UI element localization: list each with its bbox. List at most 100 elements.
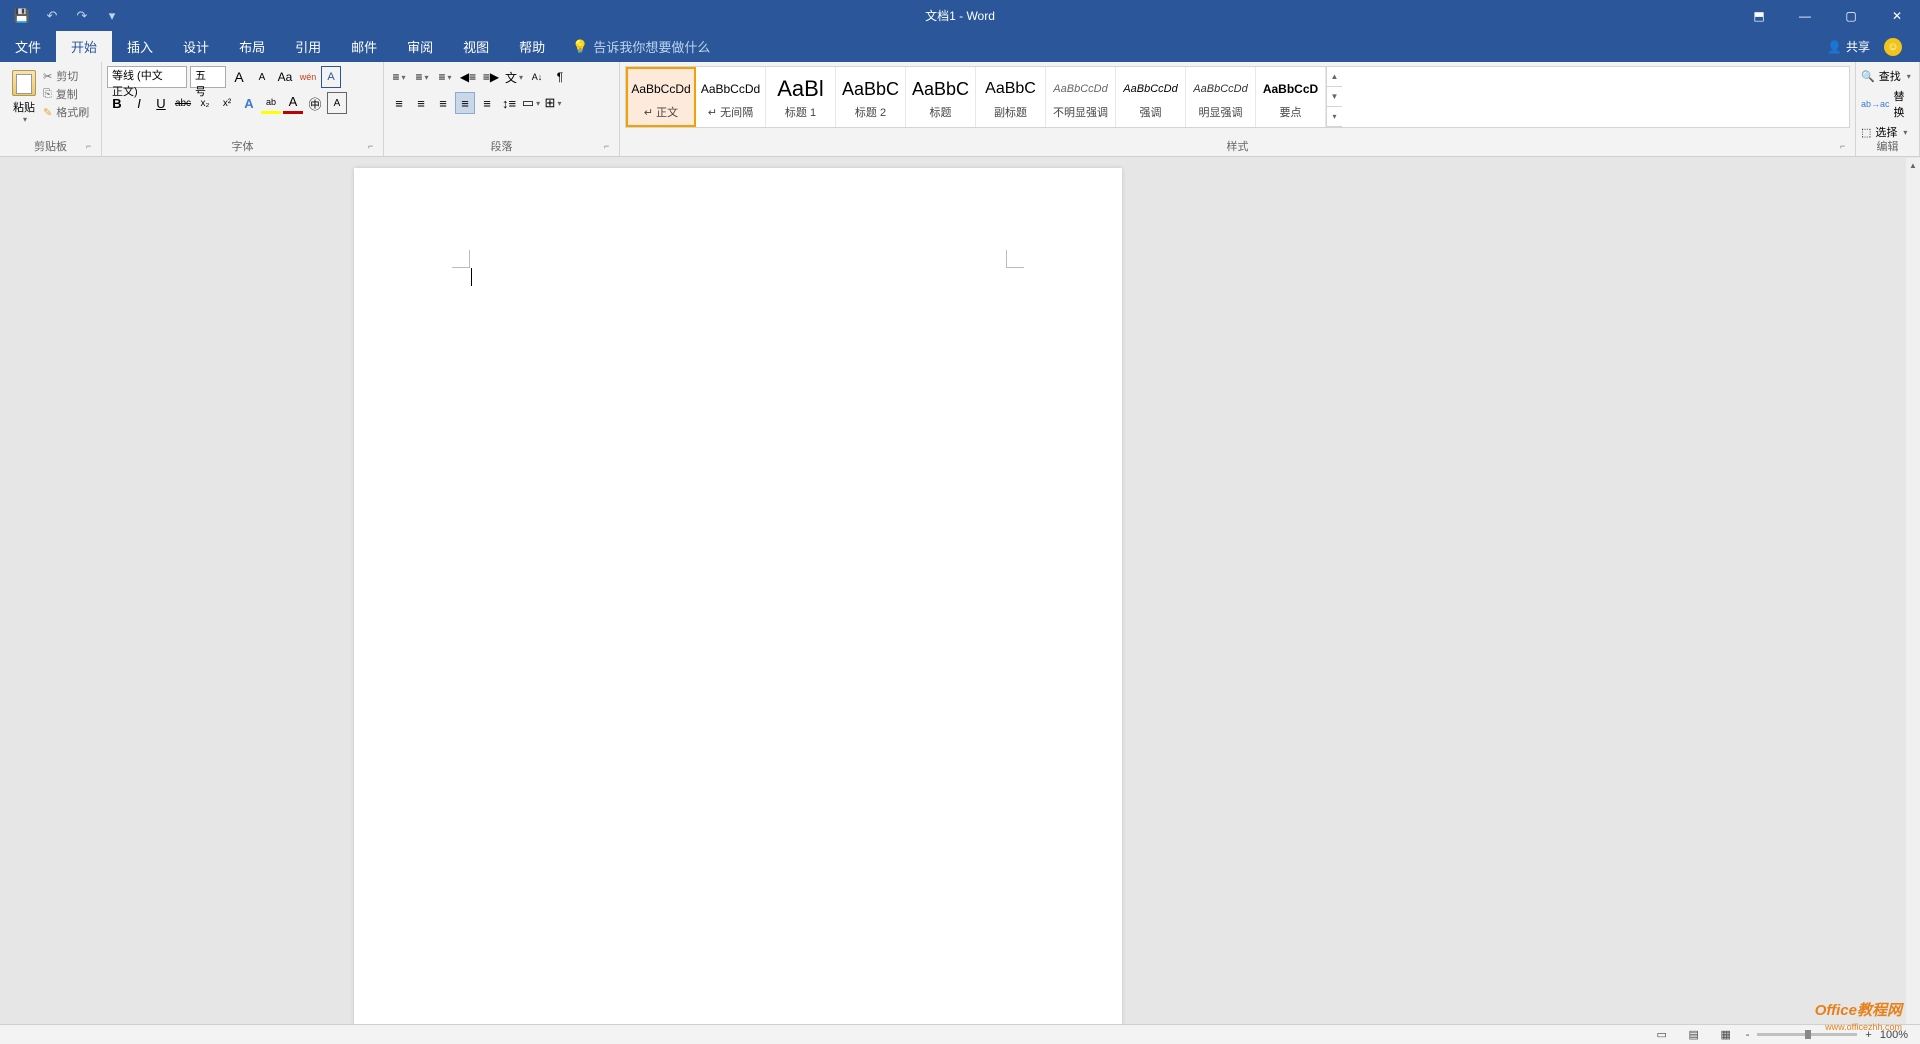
borders-button[interactable]: ⊞▾ xyxy=(543,92,563,114)
style-item-1[interactable]: AaBbCcDd↵ 无间隔 xyxy=(696,67,766,127)
superscript-button[interactable]: x² xyxy=(217,92,237,114)
zoom-out-button[interactable]: - xyxy=(1746,1029,1750,1041)
tab-help[interactable]: 帮助 xyxy=(504,31,560,62)
style-preview: AaBbCcD xyxy=(1263,74,1318,104)
tab-file[interactable]: 文件 xyxy=(0,31,56,62)
styles-group-label: 样式 xyxy=(620,138,1855,154)
font-size-select[interactable]: 五号 xyxy=(190,66,226,88)
read-mode-icon[interactable]: ▭ xyxy=(1650,1027,1674,1043)
tab-references[interactable]: 引用 xyxy=(280,31,336,62)
print-layout-icon[interactable]: ▤ xyxy=(1682,1027,1706,1043)
change-case-button[interactable]: Aa xyxy=(275,66,295,88)
font-launcher-icon[interactable]: ⌐ xyxy=(368,141,380,153)
save-icon[interactable]: 💾 xyxy=(12,6,32,26)
feedback-icon[interactable]: ☺ xyxy=(1884,38,1902,56)
close-icon[interactable]: ✕ xyxy=(1874,0,1920,31)
scissors-icon: ✂ xyxy=(43,70,52,83)
strikethrough-button[interactable]: abc xyxy=(173,92,193,114)
cut-button[interactable]: ✂剪切 xyxy=(43,68,89,84)
show-marks-button[interactable]: ¶ xyxy=(550,66,570,88)
minimize-icon[interactable]: — xyxy=(1782,0,1828,31)
undo-icon[interactable]: ↶ xyxy=(42,6,62,26)
style-item-0[interactable]: AaBbCcDd↵ 正文 xyxy=(626,67,696,127)
style-preview: AaBbCcDd xyxy=(631,74,690,104)
distribute-button[interactable]: ≡ xyxy=(477,92,497,114)
justify-button[interactable]: ≡ xyxy=(455,92,475,114)
paste-button[interactable]: 粘贴 ▾ xyxy=(5,66,43,138)
text-effects-button[interactable]: A xyxy=(239,92,259,114)
style-item-3[interactable]: AaBbC标题 2 xyxy=(836,67,906,127)
highlight-button[interactable]: ab xyxy=(261,92,281,114)
underline-button[interactable]: U xyxy=(151,92,171,114)
tab-insert[interactable]: 插入 xyxy=(112,31,168,62)
maximize-icon[interactable]: ▢ xyxy=(1828,0,1874,31)
zoom-slider[interactable] xyxy=(1757,1033,1857,1036)
tab-layout[interactable]: 布局 xyxy=(224,31,280,62)
redo-icon[interactable]: ↷ xyxy=(72,6,92,26)
styles-expand-icon[interactable]: ▾ xyxy=(1327,107,1342,127)
document-area[interactable] xyxy=(0,158,1906,1024)
page[interactable] xyxy=(354,168,1122,1024)
tab-home[interactable]: 开始 xyxy=(56,31,112,62)
align-right-button[interactable]: ≡ xyxy=(433,92,453,114)
char-shading-button[interactable]: ㊥ xyxy=(305,92,325,114)
asian-layout-button[interactable]: 文▾ xyxy=(504,66,524,88)
shrink-font-button[interactable]: A xyxy=(252,66,272,88)
share-label: 共享 xyxy=(1846,38,1870,55)
sort-button[interactable]: A↓ xyxy=(527,66,547,88)
enclose-char-button[interactable]: A xyxy=(327,92,347,114)
line-spacing-button[interactable]: ↕≡ xyxy=(499,92,519,114)
increase-indent-button[interactable]: ≡▶ xyxy=(481,66,501,88)
numbering-button[interactable]: ≡▾ xyxy=(412,66,432,88)
tab-view[interactable]: 视图 xyxy=(448,31,504,62)
style-item-4[interactable]: AaBbC标题 xyxy=(906,67,976,127)
align-left-button[interactable]: ≡ xyxy=(389,92,409,114)
cursor-icon: ⬚ xyxy=(1861,126,1871,139)
char-border-button[interactable]: A xyxy=(321,66,341,88)
style-preview: AaBbCcDd xyxy=(1193,74,1247,104)
clipboard-launcher-icon[interactable]: ⌐ xyxy=(86,141,98,153)
format-painter-button[interactable]: ✎格式刷 xyxy=(43,104,89,120)
style-item-8[interactable]: AaBbCcDd明显强调 xyxy=(1186,67,1256,127)
replace-label: 替换 xyxy=(1894,88,1914,120)
bullets-button[interactable]: ≡▾ xyxy=(389,66,409,88)
copy-button[interactable]: ⎘复制 xyxy=(43,86,89,102)
window-controls: ⬒ — ▢ ✕ xyxy=(1736,0,1920,31)
margin-mark-tr xyxy=(1006,250,1024,268)
tab-review[interactable]: 审阅 xyxy=(392,31,448,62)
tab-design[interactable]: 设计 xyxy=(168,31,224,62)
styles-scroll-down-icon[interactable]: ▼ xyxy=(1327,87,1342,107)
paragraph-launcher-icon[interactable]: ⌐ xyxy=(604,141,616,153)
person-icon: 👤 xyxy=(1827,40,1842,54)
clipboard-icon xyxy=(12,70,36,96)
scroll-up-icon[interactable]: ▲ xyxy=(1906,158,1920,172)
chevron-down-icon: ▾ xyxy=(23,115,27,124)
styles-scroll-up-icon[interactable]: ▲ xyxy=(1327,67,1342,87)
tab-mailings[interactable]: 邮件 xyxy=(336,31,392,62)
phonetic-guide-button[interactable]: wén xyxy=(298,66,318,88)
grow-font-button[interactable]: A xyxy=(229,66,249,88)
share-button[interactable]: 👤 共享 xyxy=(1827,38,1870,55)
shading-button[interactable]: ▭▾ xyxy=(521,92,541,114)
style-item-6[interactable]: AaBbCcDd不明显强调 xyxy=(1046,67,1116,127)
style-name: ↵ 正文 xyxy=(644,104,678,120)
vertical-scrollbar[interactable]: ▲ xyxy=(1906,158,1920,1024)
style-name: ↵ 无间隔 xyxy=(708,104,753,120)
qat-more-icon[interactable]: ▾ xyxy=(102,6,122,26)
zoom-thumb[interactable] xyxy=(1805,1030,1811,1039)
align-center-button[interactable]: ≡ xyxy=(411,92,431,114)
style-item-2[interactable]: AaBl标题 1 xyxy=(766,67,836,127)
tell-me-search[interactable]: 💡 告诉我你想要做什么 xyxy=(560,31,722,62)
font-color-button[interactable]: A xyxy=(283,92,303,114)
find-button[interactable]: 🔍查找▾ xyxy=(1861,66,1914,86)
font-name-select[interactable]: 等线 (中文正文) xyxy=(107,66,187,88)
replace-button[interactable]: ab→ac替换 xyxy=(1861,86,1914,122)
styles-launcher-icon[interactable]: ⌐ xyxy=(1840,141,1852,153)
decrease-indent-button[interactable]: ◀≡ xyxy=(458,66,478,88)
ribbon-display-icon[interactable]: ⬒ xyxy=(1736,0,1782,31)
style-item-7[interactable]: AaBbCcDd强调 xyxy=(1116,67,1186,127)
style-item-5[interactable]: AaBbC副标题 xyxy=(976,67,1046,127)
multilevel-button[interactable]: ≡▾ xyxy=(435,66,455,88)
style-item-9[interactable]: AaBbCcD要点 xyxy=(1256,67,1326,127)
web-layout-icon[interactable]: ▦ xyxy=(1714,1027,1738,1043)
